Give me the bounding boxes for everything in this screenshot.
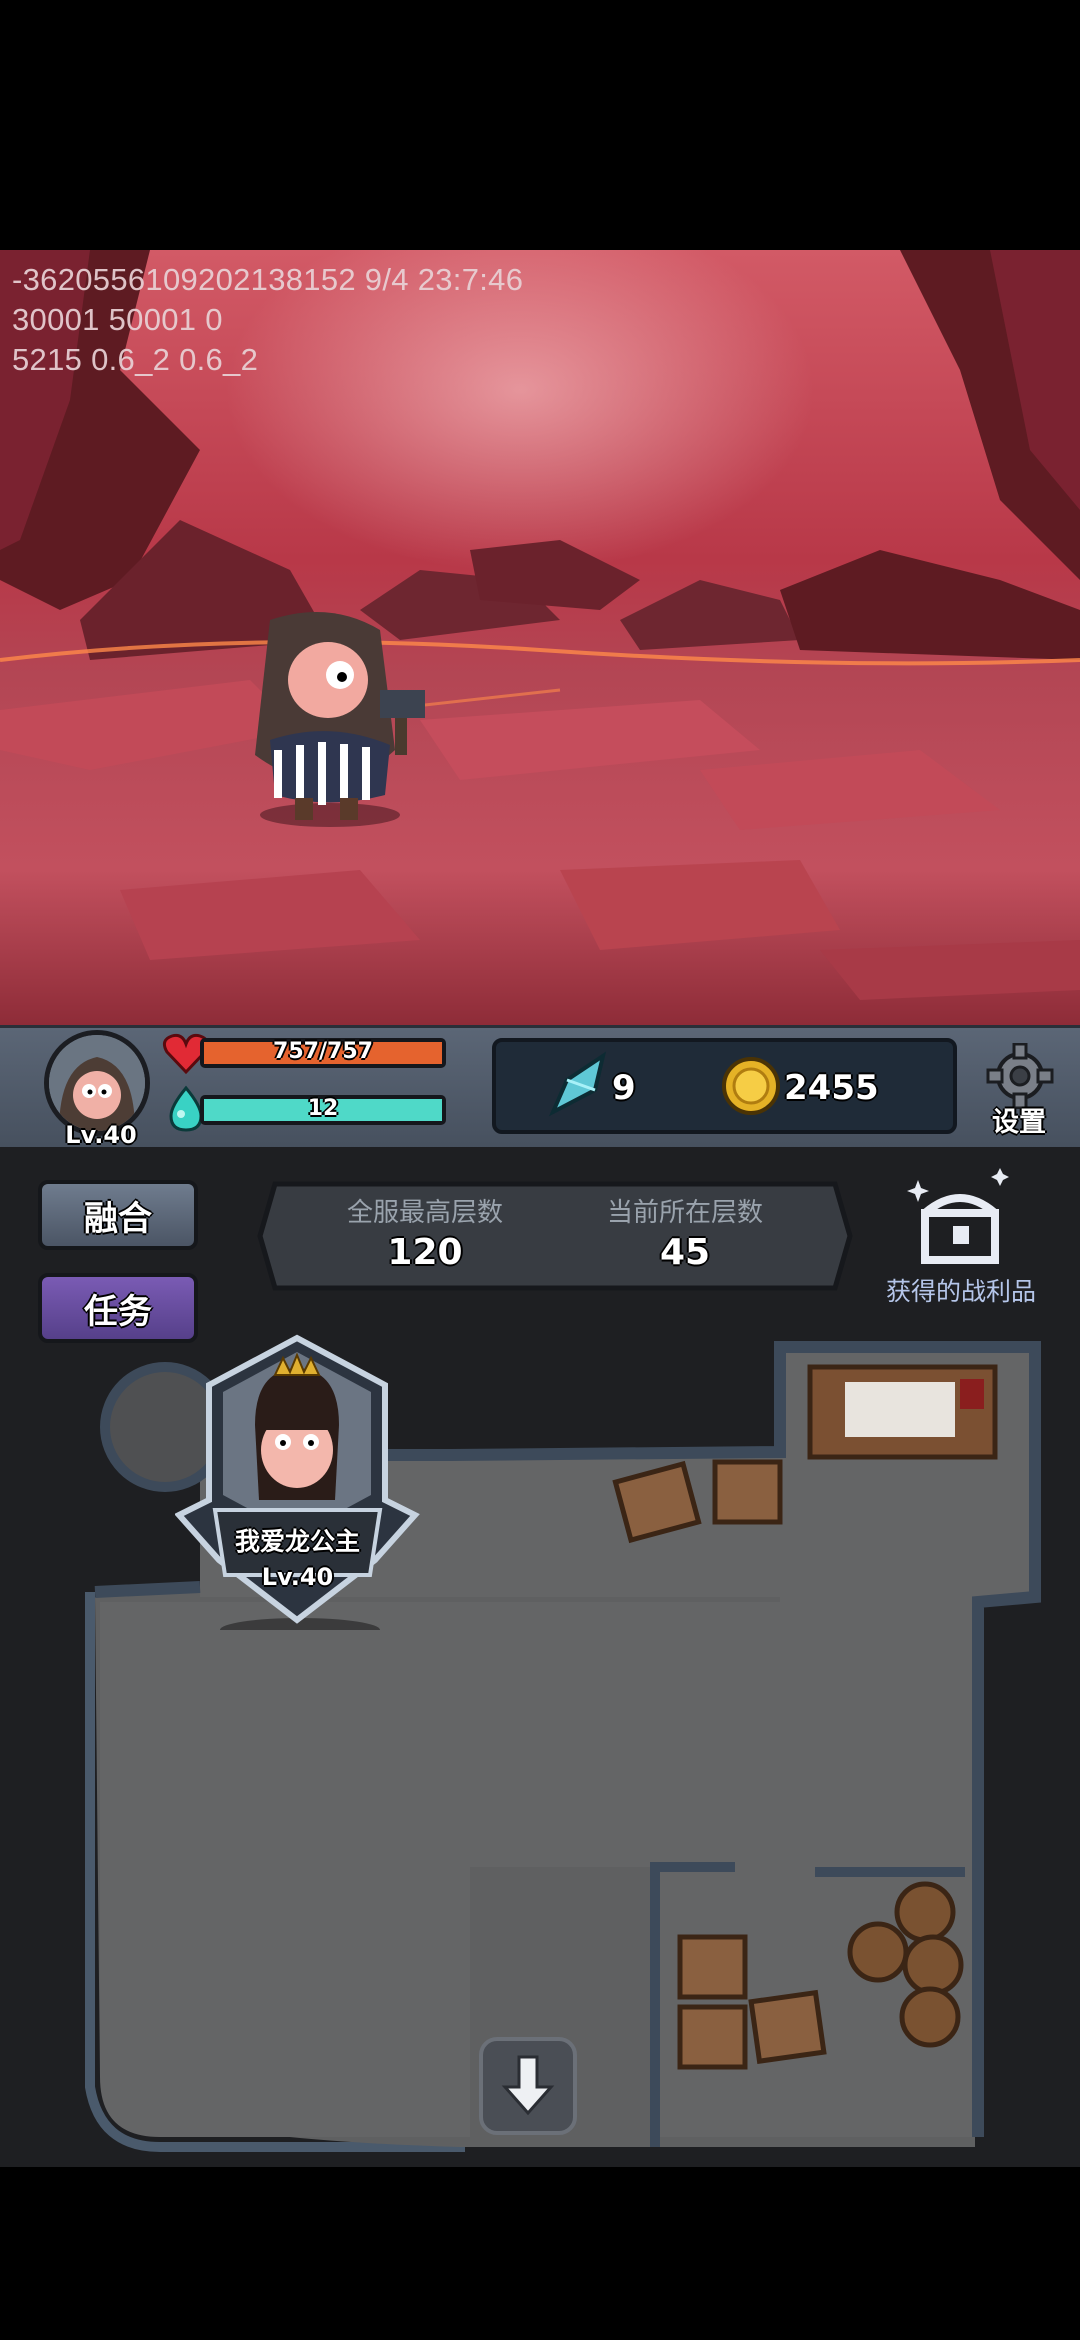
settings-button[interactable]: 设置	[984, 1100, 1054, 1139]
debug-line-1: -3620556109202138152 9/4 23:7:46	[12, 262, 524, 297]
hero-name: 我爱龙公主	[234, 1527, 360, 1556]
treasure-chest-icon[interactable]	[905, 1168, 1015, 1268]
server-best-floor-value: 120	[387, 1232, 463, 1273]
server-best-floor-label: 全服最高层数	[346, 1198, 503, 1228]
loot-label[interactable]: 获得的战利品	[876, 1272, 1046, 1308]
down-arrow-icon	[501, 2055, 555, 2116]
debug-line-2: 30001 50001 0	[12, 302, 223, 337]
crystal-icon	[548, 1051, 607, 1117]
current-floor-label: 当前所在层数	[606, 1198, 763, 1228]
battle-scene: -3620556109202138152 9/4 23:7:46 30001 5…	[0, 250, 1080, 1025]
crystal-count: 9	[612, 1068, 636, 1108]
mp-bar: 12	[200, 1095, 446, 1125]
debug-line-3: 5215 0.6_2 0.6_2	[12, 342, 259, 377]
hp-bar: 757/757	[200, 1038, 446, 1068]
mp-text: 12	[307, 1096, 339, 1121]
current-floor-value: 45	[659, 1232, 711, 1273]
hp-text: 757/757	[273, 1039, 373, 1064]
gold-count: 2455	[784, 1068, 879, 1108]
gold-coin-icon	[722, 1057, 780, 1115]
fusion-button[interactable]: 融合	[38, 1180, 198, 1250]
quest-button[interactable]: 任务	[38, 1273, 198, 1343]
player-level: Lv.40	[65, 1121, 137, 1149]
hero-level: Lv.40	[261, 1563, 334, 1591]
descend-button[interactable]	[479, 2037, 577, 2135]
